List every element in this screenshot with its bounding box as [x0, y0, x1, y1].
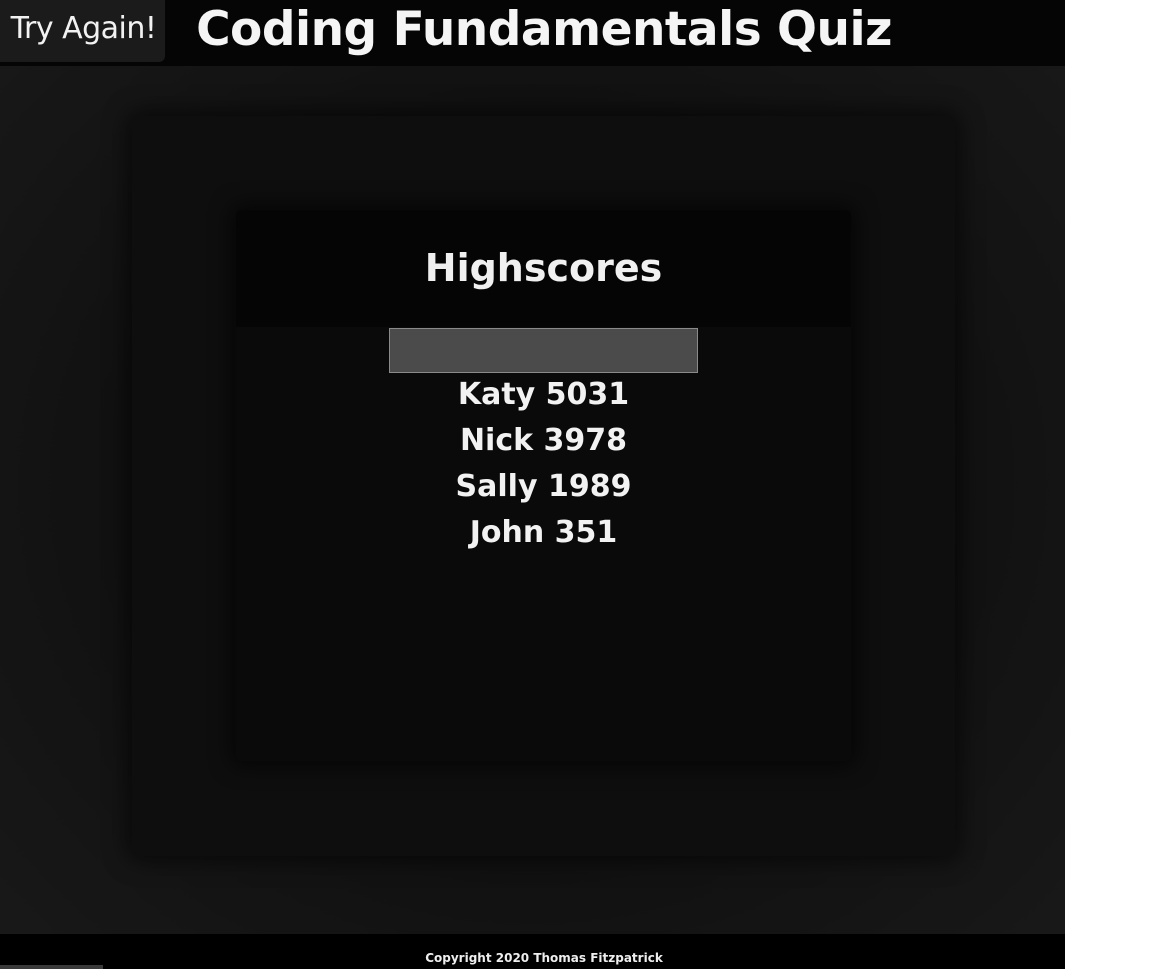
quiz-app: Try Again! Coding Fundamentals Quiz High…: [0, 0, 1065, 969]
footer: Copyright 2020 Thomas Fitzpatrick: [0, 934, 1065, 969]
highscore-entry: Katy 5031: [457, 377, 630, 412]
highscore-entry: Sally 1989: [455, 469, 632, 504]
highscores-list: Katy 5031 Nick 3978 Sally 1989 John 351: [236, 372, 851, 556]
highscores-card: Highscores Katy 5031 Nick 3978 Sally 198…: [236, 210, 851, 761]
highscores-title: Highscores: [424, 246, 663, 290]
top-bar: Try Again! Coding Fundamentals Quiz: [0, 0, 1065, 66]
highscore-entry: John 351: [469, 515, 618, 550]
copyright-text: Copyright 2020 Thomas Fitzpatrick: [425, 951, 663, 965]
horizontal-scrollbar[interactable]: [0, 965, 103, 969]
page-title: Coding Fundamentals Quiz: [196, 2, 892, 57]
highscores-header: Highscores: [236, 210, 851, 327]
initials-input[interactable]: [389, 328, 698, 373]
try-again-button[interactable]: Try Again!: [0, 0, 165, 62]
highscore-entry: Nick 3978: [459, 423, 628, 458]
